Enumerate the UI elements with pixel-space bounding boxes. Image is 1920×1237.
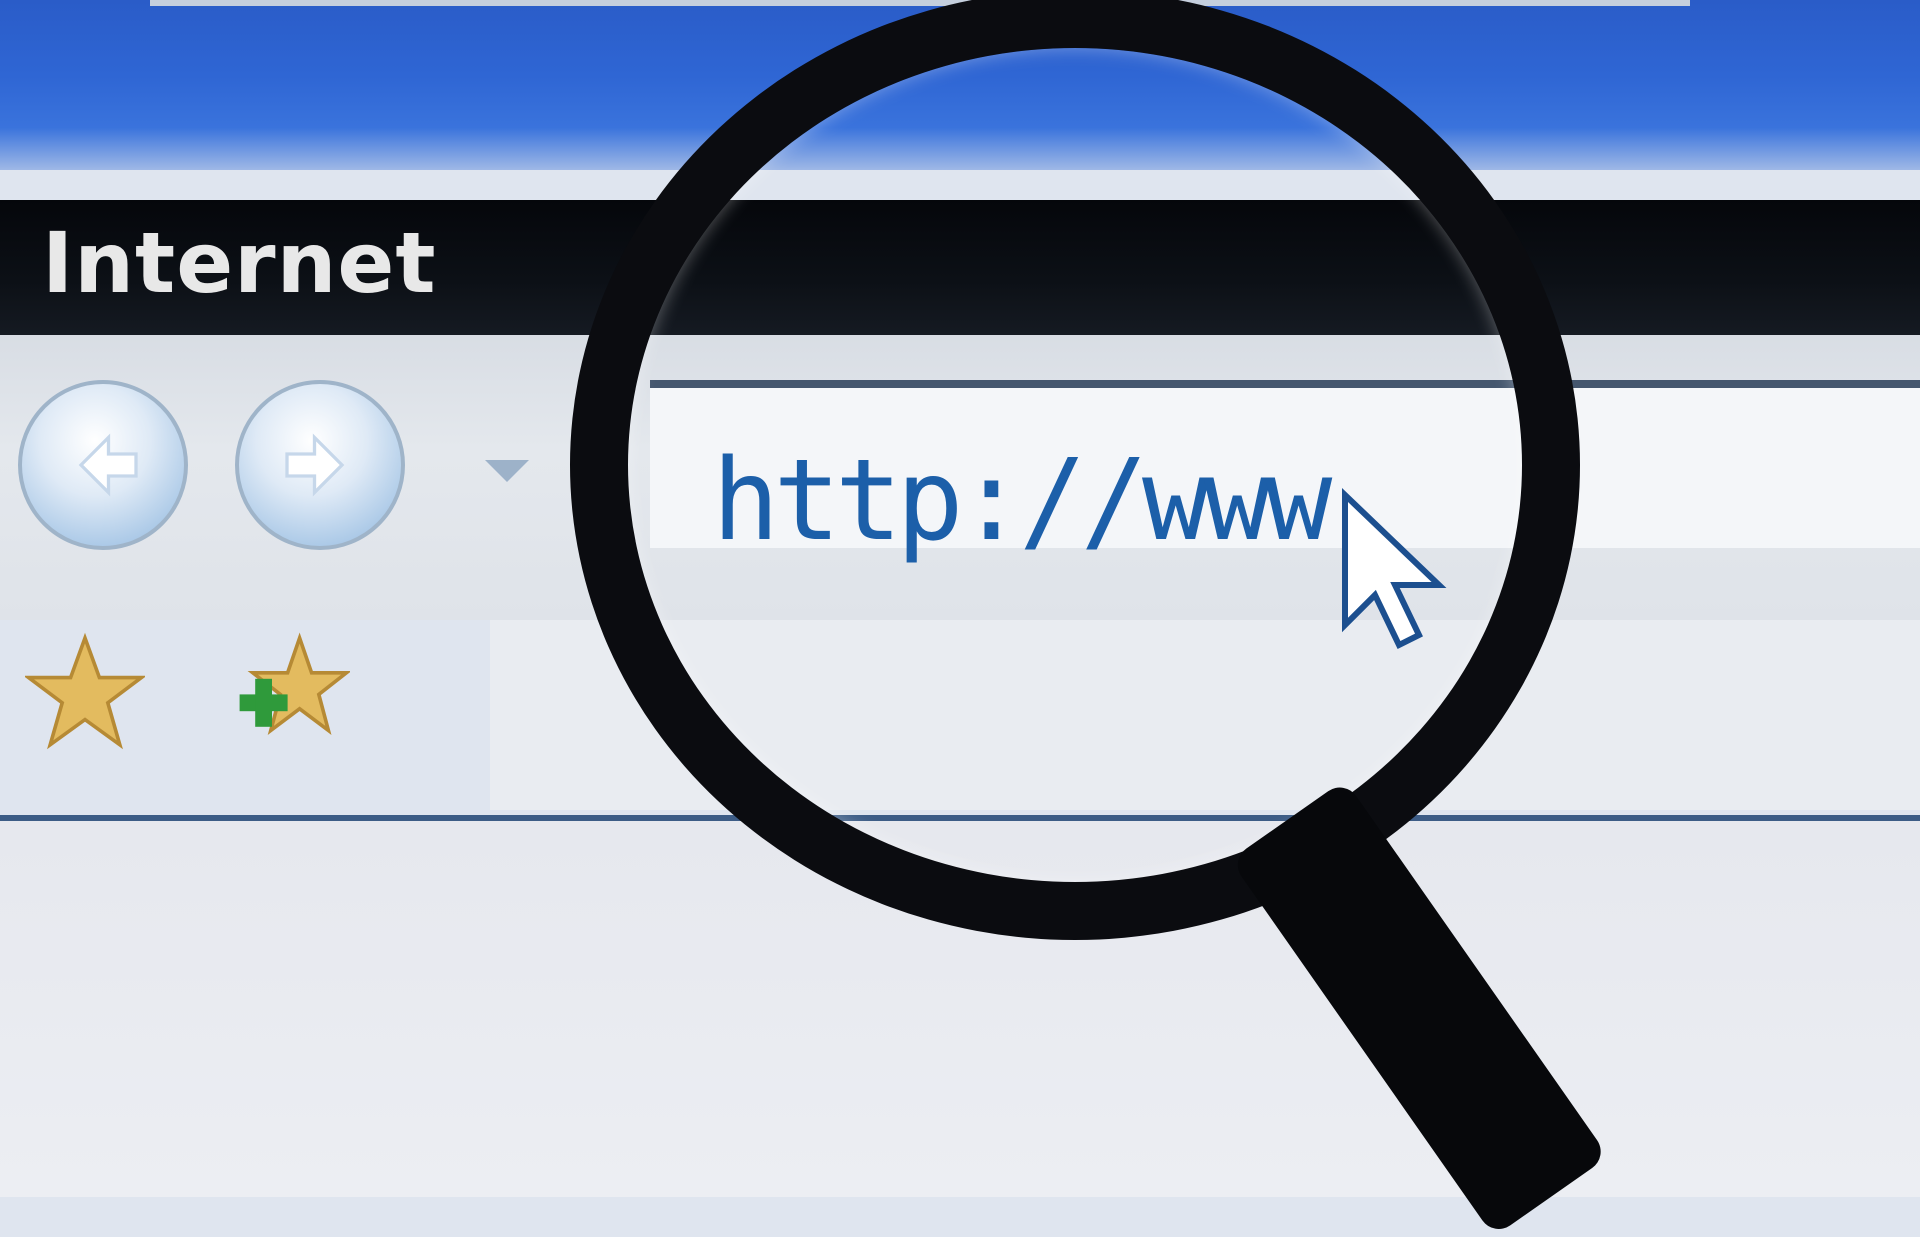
forward-arrow-icon [285, 433, 345, 497]
back-button[interactable] [18, 380, 188, 550]
chevron-down-icon[interactable] [485, 460, 529, 482]
back-arrow-icon [78, 433, 138, 497]
magnifying-glass-lens [570, 0, 1580, 940]
top-strip [150, 0, 1690, 6]
star-icon[interactable] [25, 632, 145, 752]
window-title: Internet [42, 214, 437, 312]
add-favorite-icon[interactable] [230, 632, 350, 752]
forward-button[interactable] [235, 380, 405, 550]
